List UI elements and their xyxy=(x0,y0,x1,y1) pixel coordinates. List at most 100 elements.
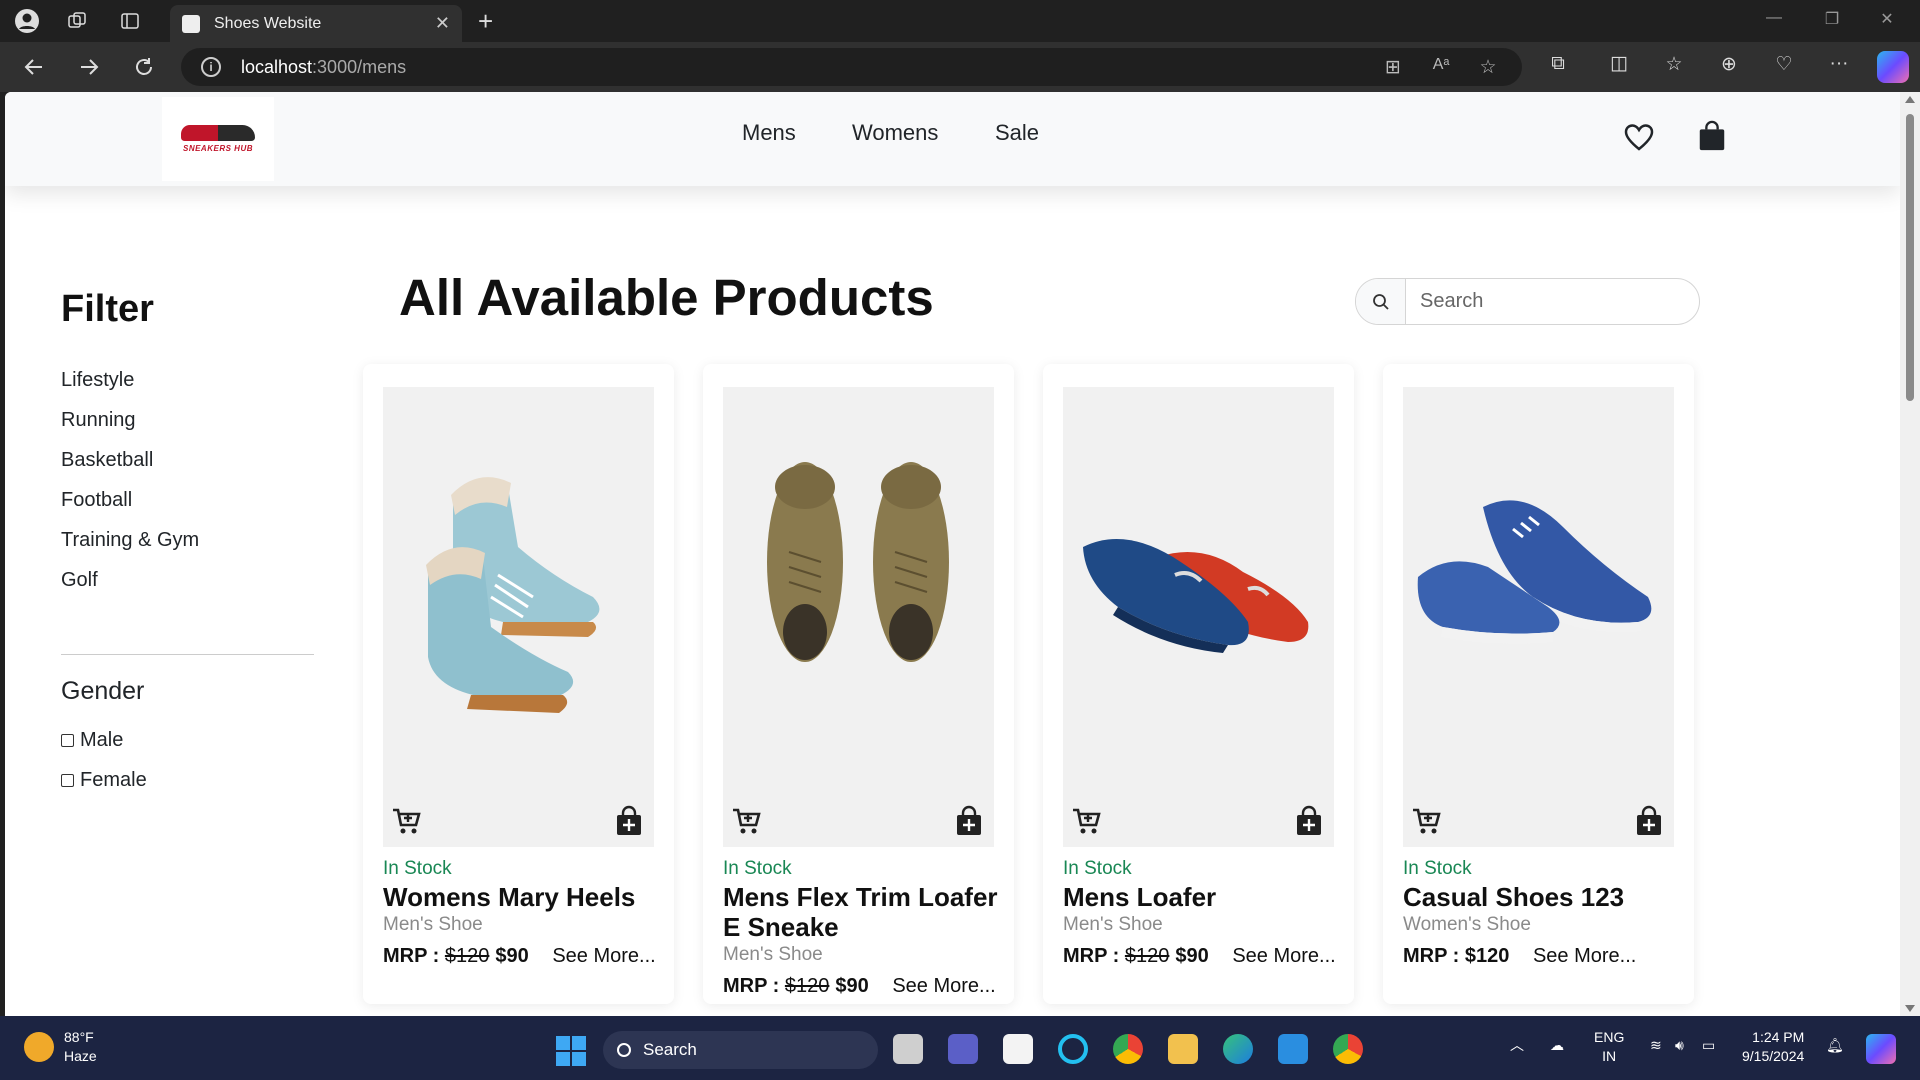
close-window-button[interactable]: ✕ xyxy=(1877,9,1897,29)
see-more-link[interactable]: See More... xyxy=(1232,945,1335,967)
product-card[interactable]: In Stock Mens Loafer Men's Shoe MRP : $1… xyxy=(1043,364,1354,1004)
file-explorer-icon[interactable] xyxy=(1168,1034,1198,1064)
product-card[interactable]: In Stock Casual Shoes 123 Women's Shoe M… xyxy=(1383,364,1694,1004)
product-image[interactable] xyxy=(1063,387,1334,847)
search-icon[interactable] xyxy=(1356,279,1406,324)
add-to-cart-icon[interactable] xyxy=(1411,805,1443,837)
add-to-cart-icon[interactable] xyxy=(731,805,763,837)
buy-now-bag-icon[interactable] xyxy=(953,805,985,837)
volume-icon[interactable]: 🔊︎ xyxy=(1675,1036,1684,1055)
gender-option-male[interactable]: Male xyxy=(61,729,123,752)
female-checkbox[interactable] xyxy=(61,774,74,787)
workspaces-icon[interactable] xyxy=(64,8,90,34)
product-category: Men's Shoe xyxy=(1063,914,1163,935)
buy-now-bag-icon[interactable] xyxy=(1293,805,1325,837)
mrp-label: MRP : xyxy=(1063,945,1120,967)
vscode-icon[interactable] xyxy=(1278,1034,1308,1064)
refresh-icon[interactable] xyxy=(128,51,160,83)
scroll-down-icon[interactable] xyxy=(1905,1005,1915,1012)
new-tab-button[interactable]: + xyxy=(478,6,493,37)
browser-essentials-icon[interactable]: ♡ xyxy=(1770,53,1798,76)
weather-sun-icon[interactable] xyxy=(24,1032,54,1062)
task-view-icon[interactable] xyxy=(893,1034,923,1064)
product-category: Women's Shoe xyxy=(1403,914,1531,935)
taskbar-search[interactable]: Search xyxy=(603,1031,878,1069)
buy-now-bag-icon[interactable] xyxy=(613,805,645,837)
product-name[interactable]: Casual Shoes 123 xyxy=(1403,882,1688,912)
scrollbar-thumb[interactable] xyxy=(1906,114,1914,401)
restore-button[interactable]: ❐ xyxy=(1822,9,1842,29)
language-indicator[interactable]: ENG IN xyxy=(1594,1028,1624,1066)
page-title: All Available Products xyxy=(399,269,934,326)
app-available-icon[interactable]: ⊞ xyxy=(1382,56,1404,79)
gender-option-female[interactable]: Female xyxy=(61,769,147,792)
more-menu-icon[interactable]: ··· xyxy=(1825,53,1853,75)
product-name[interactable]: Mens Loafer xyxy=(1063,882,1348,912)
category-football[interactable]: Football xyxy=(61,489,132,512)
category-basketball[interactable]: Basketball xyxy=(61,449,153,472)
favorite-star-icon[interactable]: ☆ xyxy=(1477,56,1499,79)
product-name[interactable]: Mens Flex Trim Loafer E Sneake xyxy=(723,882,1008,942)
show-hidden-icons-chevron-icon[interactable]: ︿ xyxy=(1510,1036,1524,1055)
page-scrollbar[interactable] xyxy=(1900,92,1920,1016)
url-bar[interactable]: i localhost:3000/mens ⊞ Aᵃ ☆ xyxy=(181,48,1522,86)
nav-mens[interactable]: Mens xyxy=(742,120,796,146)
product-card[interactable]: In Stock Mens Flex Trim Loafer E Sneake … xyxy=(703,364,1014,1004)
shopping-bag-icon[interactable] xyxy=(1696,120,1728,152)
scroll-up-icon[interactable] xyxy=(1905,96,1915,103)
nav-womens[interactable]: Womens xyxy=(852,120,938,146)
search-input[interactable] xyxy=(1406,290,1696,313)
minimize-button[interactable]: — xyxy=(1764,9,1784,27)
chrome-icon[interactable] xyxy=(1113,1034,1143,1064)
add-to-cart-icon[interactable] xyxy=(1071,805,1103,837)
clock[interactable]: 1:24 PM 9/15/2024 xyxy=(1742,1028,1804,1066)
notification-bell-icon[interactable]: 🔔︎ xyxy=(1826,1036,1844,1055)
category-lifestyle[interactable]: Lifestyle xyxy=(61,369,134,392)
see-more-link[interactable]: See More... xyxy=(892,975,995,997)
tab-close-icon[interactable]: ✕ xyxy=(435,13,450,34)
onedrive-cloud-icon[interactable]: ☁ xyxy=(1550,1036,1564,1055)
extensions-icon[interactable]: ⧉ xyxy=(1544,53,1572,75)
collections-icon[interactable]: ⊕ xyxy=(1715,53,1743,76)
see-more-link[interactable]: See More... xyxy=(552,945,655,967)
male-checkbox[interactable] xyxy=(61,734,74,747)
category-golf[interactable]: Golf xyxy=(61,569,98,592)
forward-arrow-icon[interactable] xyxy=(73,51,105,83)
product-image[interactable] xyxy=(383,387,654,847)
wifi-icon[interactable]: ≋ xyxy=(1650,1036,1662,1055)
copilot-icon[interactable] xyxy=(1877,51,1909,83)
site-logo[interactable]: SNEAKERS HUB xyxy=(162,97,274,181)
split-screen-icon[interactable]: ◫ xyxy=(1605,52,1633,75)
add-to-cart-icon[interactable] xyxy=(391,805,423,837)
weather-widget[interactable]: 88°F Haze xyxy=(64,1028,97,1066)
logo-text: SNEAKERS HUB xyxy=(182,144,253,153)
profile-icon[interactable] xyxy=(14,8,40,34)
read-aloud-icon[interactable]: Aᵃ xyxy=(1430,56,1452,74)
male-label: Male xyxy=(80,729,124,751)
copilot-taskbar-icon[interactable] xyxy=(1866,1034,1896,1064)
teams-icon[interactable] xyxy=(948,1034,978,1064)
see-more-link[interactable]: See More... xyxy=(1533,945,1636,967)
product-image[interactable] xyxy=(1403,387,1674,847)
vertical-tabs-icon[interactable] xyxy=(117,8,143,34)
cortana-icon[interactable] xyxy=(1058,1034,1088,1064)
wishlist-heart-icon[interactable] xyxy=(1623,122,1655,154)
start-windows-icon[interactable] xyxy=(556,1036,586,1066)
category-running[interactable]: Running xyxy=(61,409,136,432)
product-name[interactable]: Womens Mary Heels xyxy=(383,882,668,912)
product-image[interactable] xyxy=(723,387,994,847)
nav-sale[interactable]: Sale xyxy=(995,120,1039,146)
chrome-profile-icon[interactable] xyxy=(1333,1034,1363,1064)
buy-now-bag-icon[interactable] xyxy=(1633,805,1665,837)
active-tab[interactable]: Shoes Website ✕ xyxy=(170,5,462,42)
old-price: $120 xyxy=(1124,945,1170,967)
edge-icon[interactable] xyxy=(1223,1034,1253,1064)
category-training-gym[interactable]: Training & Gym xyxy=(61,529,199,552)
back-arrow-icon[interactable] xyxy=(18,51,50,83)
site-info-icon[interactable]: i xyxy=(201,57,221,77)
battery-icon[interactable]: ▭ xyxy=(1702,1036,1715,1055)
favorites-icon[interactable]: ☆ xyxy=(1660,53,1688,76)
mrp-label: MRP : xyxy=(723,975,780,997)
product-card[interactable]: In Stock Womens Mary Heels Men's Shoe MR… xyxy=(363,364,674,1004)
microsoft-store-icon[interactable] xyxy=(1003,1034,1033,1064)
